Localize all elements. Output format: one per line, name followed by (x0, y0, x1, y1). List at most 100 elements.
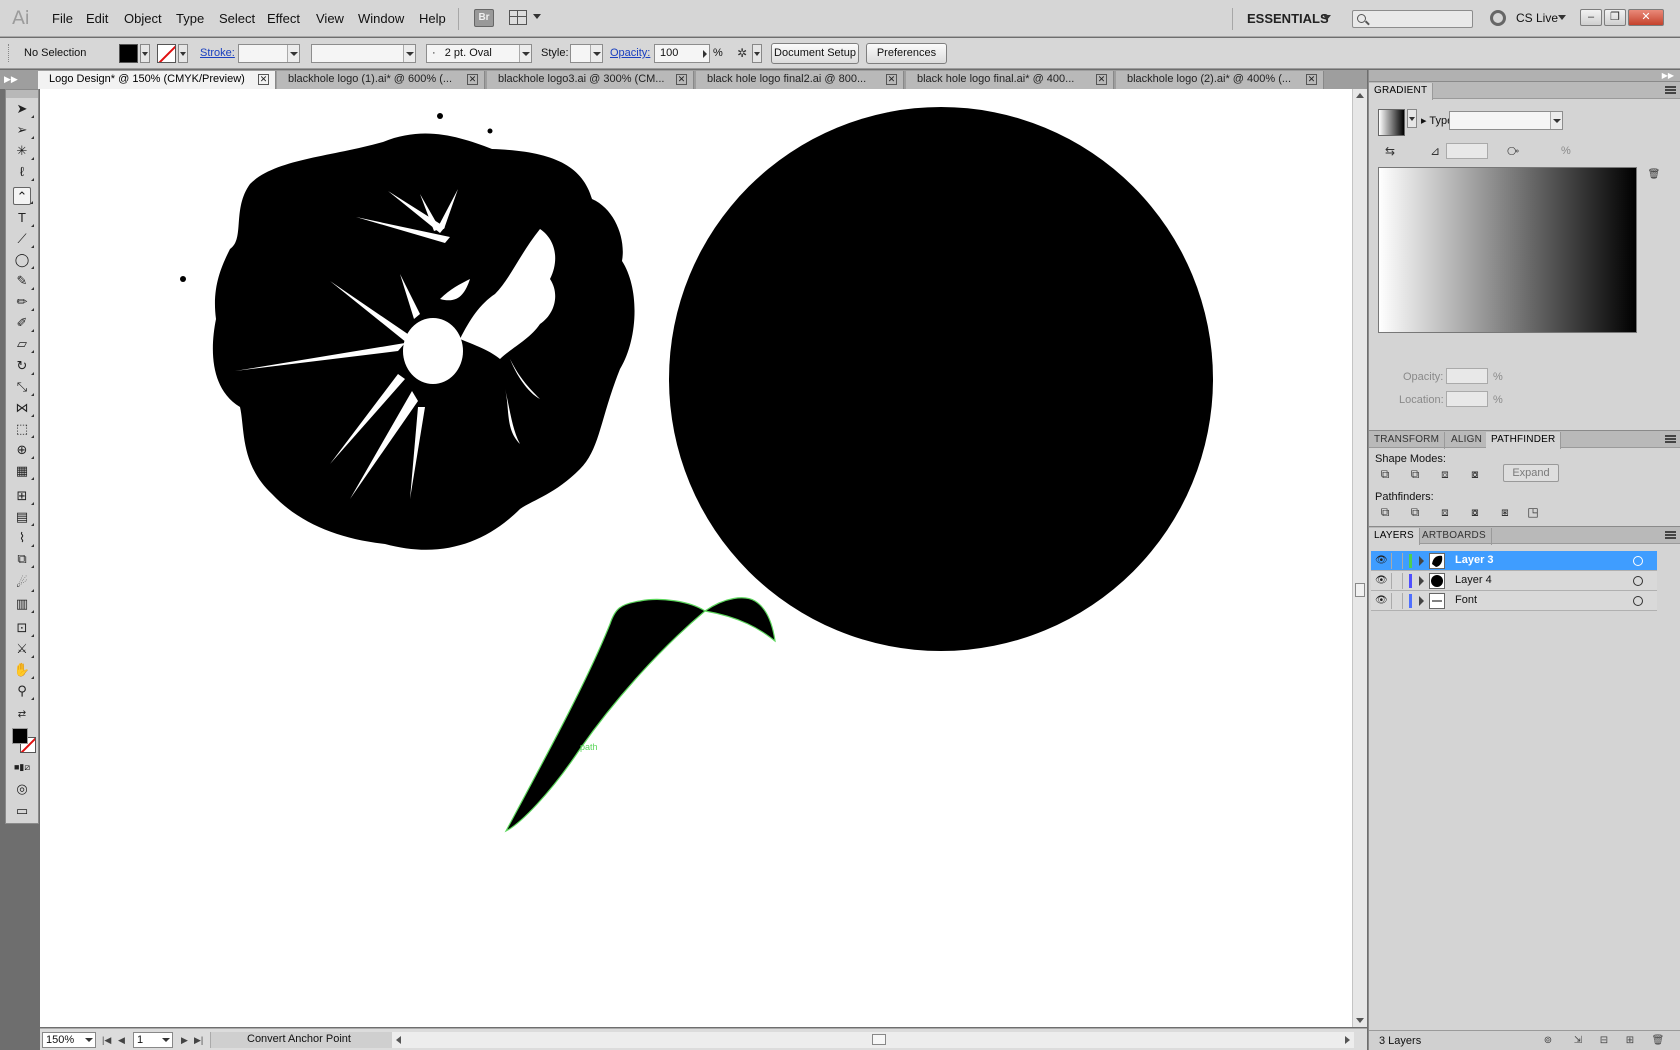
stroke-label[interactable]: Stroke: (200, 47, 235, 59)
visibility-eye-icon[interactable]: 👁 (1375, 595, 1388, 607)
first-artboard-icon[interactable]: |◀ (102, 1035, 111, 1046)
lasso-tool-icon[interactable]: ℓ (13, 163, 34, 181)
pencil-tool-icon[interactable]: ✏ (13, 293, 34, 311)
tab-gradient[interactable]: GRADIENT (1369, 83, 1434, 100)
free-transform-tool-icon[interactable]: ⬚ (13, 420, 34, 438)
unite-icon[interactable]: ⧉ (1377, 466, 1393, 482)
make-clipping-mask-icon[interactable]: ⇲ (1571, 1034, 1585, 1048)
chevron-down-icon[interactable] (403, 45, 415, 62)
delete-layer-icon[interactable]: 🗑 (1651, 1034, 1665, 1048)
ellipse-tool-icon[interactable]: ◯ (13, 251, 34, 269)
gradient-ramp-slider[interactable] (1378, 167, 1637, 333)
menu-edit[interactable]: Edit (86, 11, 108, 26)
width-tool-icon[interactable]: ⋈ (13, 399, 34, 417)
last-artboard-icon[interactable]: ▶| (194, 1035, 203, 1046)
tab-black-hole-logo-final2[interactable]: black hole logo final2.ai @ 800... ✕ (696, 71, 904, 89)
exclude-icon[interactable]: ⧇ (1467, 466, 1483, 482)
drawing-mode-icon[interactable]: ◎ (13, 780, 31, 798)
crop-icon[interactable]: ⧇ (1467, 504, 1483, 520)
bridge-button[interactable]: Br (474, 9, 494, 27)
locate-object-icon[interactable]: ⊚ (1541, 1034, 1555, 1048)
zoom-tool-icon[interactable]: ⚲ (13, 682, 34, 700)
blend-tool-icon[interactable]: ⧉ (13, 550, 34, 568)
chevron-down-icon[interactable] (590, 45, 602, 62)
chevron-down-icon[interactable] (287, 45, 299, 62)
lock-toggle[interactable] (1391, 553, 1403, 569)
rotate-tool-icon[interactable]: ↻ (13, 357, 34, 375)
tools-panel-header[interactable] (6, 90, 38, 98)
lock-toggle[interactable] (1391, 573, 1403, 589)
layer-name[interactable]: Font (1455, 594, 1477, 606)
minus-front-icon[interactable]: ⧉ (1407, 466, 1423, 482)
cs-live-icon[interactable] (1490, 10, 1506, 26)
selected-path-shape[interactable] (504, 597, 776, 833)
menu-file[interactable]: File (52, 11, 73, 26)
fill-swatch[interactable] (119, 44, 138, 63)
create-sublayer-icon[interactable]: ⊟ (1597, 1034, 1611, 1048)
tab-artboards[interactable]: ARTBOARDS (1417, 528, 1492, 545)
close-tab-icon[interactable]: ✕ (467, 74, 478, 85)
vertical-scroll-thumb[interactable] (1355, 583, 1365, 597)
menu-select[interactable]: Select (219, 11, 255, 26)
scale-tool-icon[interactable]: ⤡ (13, 378, 34, 396)
tab-black-hole-logo-final[interactable]: black hole logo final.ai* @ 400... ✕ (906, 71, 1114, 89)
tab-blackhole-logo-1[interactable]: blackhole logo (1).ai* @ 600% (... ✕ (277, 71, 485, 89)
screen-mode-icon[interactable]: ▭ (13, 802, 31, 820)
lock-toggle[interactable] (1391, 593, 1403, 609)
next-artboard-icon[interactable]: ▶ (181, 1035, 188, 1046)
variable-width-profile[interactable] (311, 44, 416, 63)
chevron-down-icon[interactable] (1558, 15, 1566, 20)
fill-color-swatch[interactable] (12, 728, 28, 744)
color-mode-icons[interactable]: ■▮⧄ (13, 758, 31, 776)
merge-icon[interactable]: ⧈ (1437, 504, 1453, 520)
visibility-eye-icon[interactable]: 👁 (1375, 575, 1388, 587)
stop-location-field[interactable] (1446, 391, 1488, 407)
vertical-scrollbar[interactable] (1352, 89, 1367, 1027)
close-tab-icon[interactable]: ✕ (258, 74, 269, 85)
previous-artboard-icon[interactable]: ◀ (118, 1035, 125, 1046)
close-tab-icon[interactable]: ✕ (1306, 74, 1317, 85)
artboard-tool-icon[interactable]: ⊡ (13, 619, 34, 637)
restore-button[interactable]: ❐ (1604, 9, 1626, 26)
eraser-tool-icon[interactable]: ▱ (13, 335, 34, 353)
close-tab-icon[interactable]: ✕ (886, 74, 897, 85)
dock-header[interactable]: ▶▶ (1369, 70, 1680, 81)
chevron-down-icon[interactable] (519, 45, 531, 62)
collapse-dock-icon[interactable]: ▶▶ (1662, 71, 1674, 80)
opacity-field[interactable]: 100 (654, 44, 710, 63)
menu-help[interactable]: Help (419, 11, 446, 26)
tab-layers[interactable]: LAYERS (1369, 528, 1420, 545)
swap-fill-stroke-icon[interactable]: ⇄ (13, 706, 31, 724)
outline-icon[interactable]: ⧆ (1497, 504, 1513, 520)
layer-row-layer-4[interactable]: 👁 Layer 4 (1371, 571, 1657, 591)
panel-menu-icon[interactable] (1665, 86, 1676, 94)
scroll-up-icon[interactable] (1356, 93, 1364, 98)
brush-definition-field[interactable]: · 2 pt. Oval (426, 44, 532, 63)
target-circle-icon[interactable] (1633, 596, 1643, 606)
gradient-presets-dropdown[interactable] (1407, 109, 1417, 128)
chevron-down-icon[interactable] (1550, 112, 1562, 129)
arrange-documents-button[interactable] (508, 9, 542, 27)
divide-icon[interactable]: ⧉ (1377, 504, 1393, 520)
minus-back-icon[interactable]: ◳ (1525, 504, 1541, 520)
minimize-button[interactable]: – (1580, 9, 1602, 26)
scroll-down-icon[interactable] (1356, 1018, 1364, 1023)
new-layer-icon[interactable]: ⊞ (1623, 1034, 1637, 1048)
close-window-button[interactable]: ✕ (1628, 9, 1664, 26)
menu-type[interactable]: Type (176, 11, 204, 26)
delete-stop-icon[interactable]: 🗑 (1646, 167, 1662, 183)
panel-menu-icon[interactable] (1665, 531, 1676, 539)
reverse-gradient-icon[interactable]: ⇆ (1382, 143, 1398, 159)
collapse-panels-icon[interactable]: ▶▶ (4, 74, 18, 85)
line-segment-tool-icon[interactable]: ⟋ (13, 230, 34, 248)
opacity-label[interactable]: Opacity: (610, 47, 650, 59)
expand-button[interactable]: Expand (1503, 464, 1559, 482)
close-tab-icon[interactable]: ✕ (676, 74, 687, 85)
magic-wand-tool-icon[interactable]: ✳ (13, 142, 34, 160)
column-graph-tool-icon[interactable]: ▥ (13, 595, 34, 613)
target-circle-icon[interactable] (1633, 576, 1643, 586)
stroke-weight-field[interactable] (238, 44, 300, 63)
fill-dropdown[interactable] (140, 44, 150, 63)
help-search-input[interactable] (1352, 10, 1473, 28)
gradient-type-dropdown[interactable] (1449, 111, 1563, 130)
